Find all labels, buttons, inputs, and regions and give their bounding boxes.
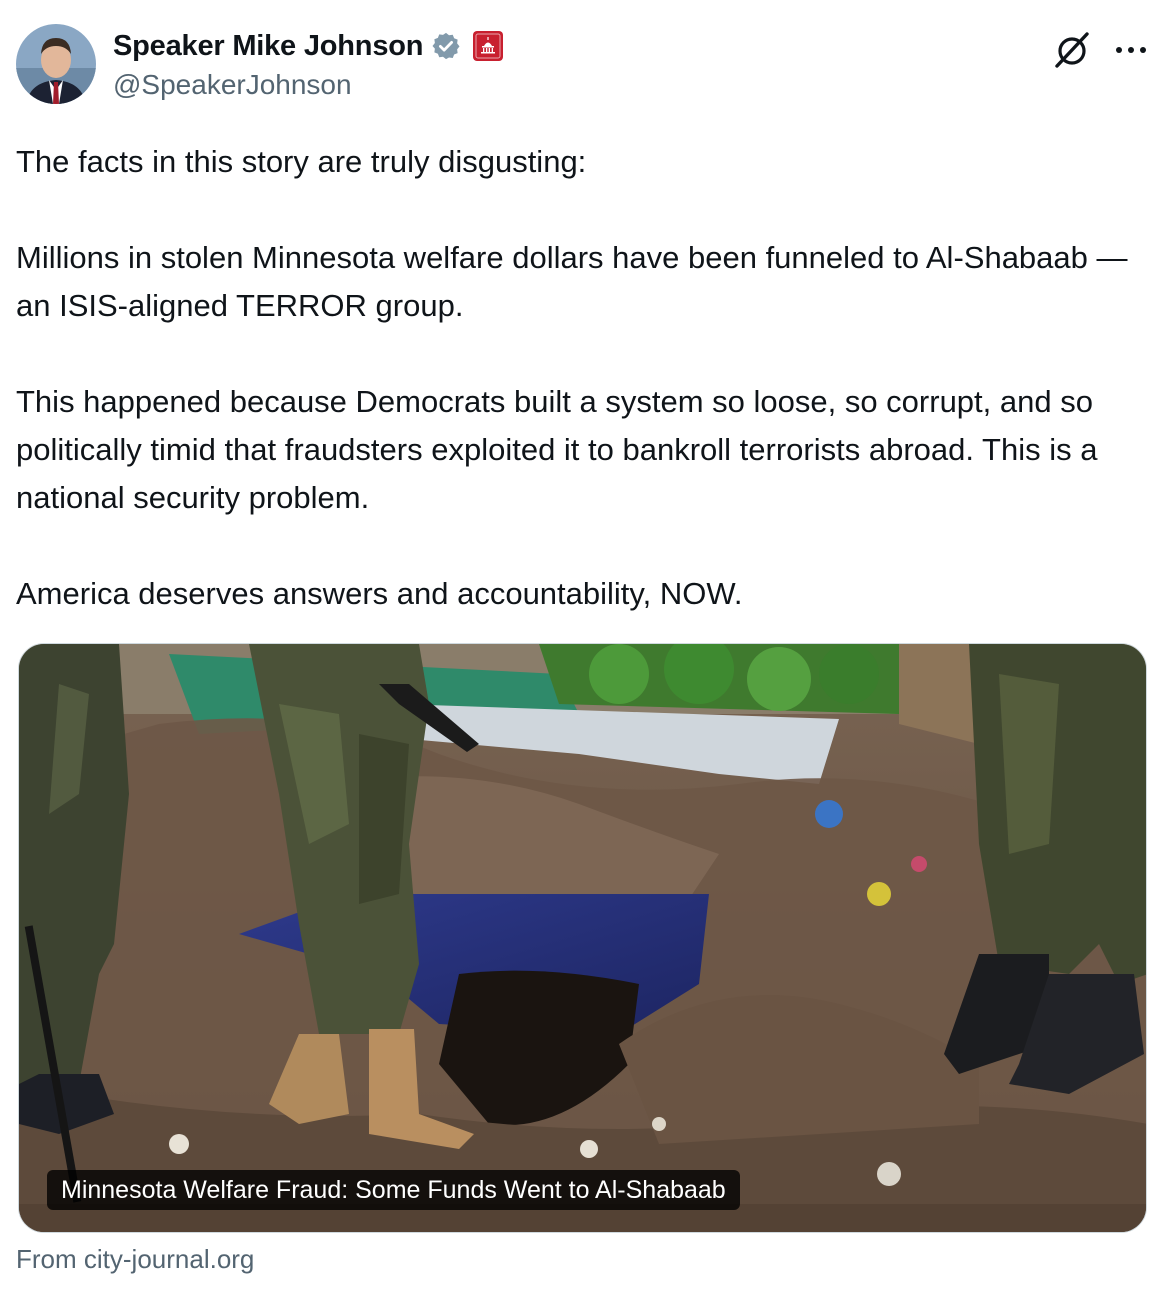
card-photo xyxy=(19,644,1146,1232)
tweet-paragraph-4: America deserves answers and accountabil… xyxy=(16,576,743,611)
tweet-text: The facts in this story are truly disgus… xyxy=(16,138,1136,618)
tweet-paragraph-1: The facts in this story are truly disgus… xyxy=(16,144,587,179)
verified-badge-icon xyxy=(431,31,461,61)
tweet-paragraph-3: This happened because Democrats built a … xyxy=(16,384,1107,515)
header-actions xyxy=(1052,30,1148,70)
grok-icon[interactable] xyxy=(1052,30,1092,70)
link-card-media[interactable]: Minnesota Welfare Fraud: Some Funds Went… xyxy=(18,643,1147,1233)
capitol-badge-icon[interactable] xyxy=(473,31,504,61)
avatar[interactable] xyxy=(16,24,96,104)
tweet-header: Speaker Mike Johnson @SpeakerJohnson xyxy=(16,24,1148,106)
author-handle[interactable]: @SpeakerJohnson xyxy=(113,69,503,101)
card-caption: Minnesota Welfare Fraud: Some Funds Went… xyxy=(47,1170,740,1210)
author-names: Speaker Mike Johnson @SpeakerJohnson xyxy=(113,28,504,101)
tweet-paragraph-2: Millions in stolen Minnesota welfare dol… xyxy=(16,240,1137,323)
card-source-link[interactable]: From city-journal.org xyxy=(16,1244,254,1275)
more-options-icon[interactable] xyxy=(1114,30,1148,70)
author-display-name[interactable]: Speaker Mike Johnson xyxy=(113,30,423,63)
